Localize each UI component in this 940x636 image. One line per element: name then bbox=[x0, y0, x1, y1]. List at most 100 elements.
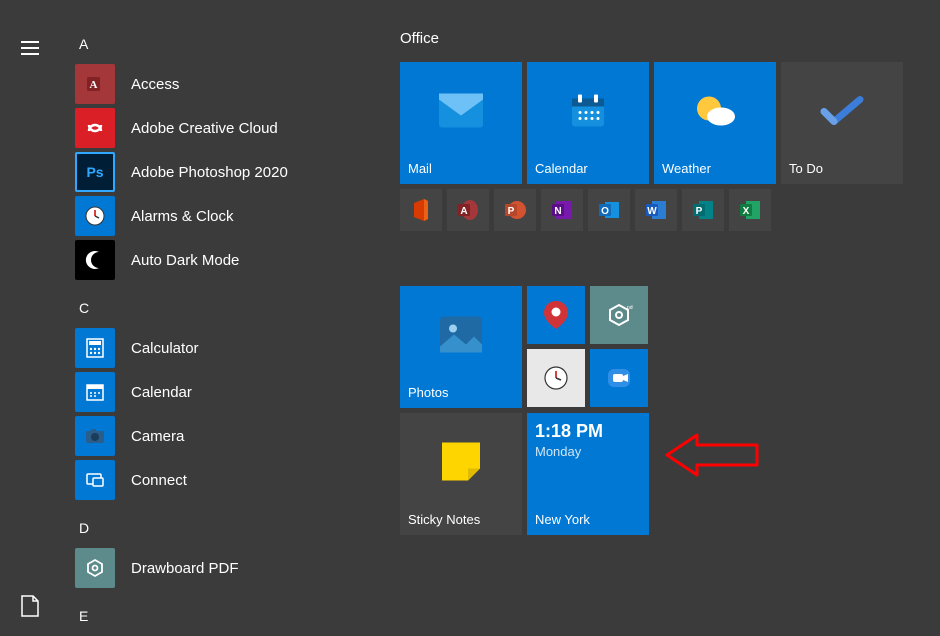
tile-maps[interactable] bbox=[527, 286, 585, 344]
app-connect[interactable]: Connect bbox=[75, 458, 395, 502]
excel-icon: X bbox=[738, 198, 762, 222]
tile-label: Photos bbox=[408, 385, 514, 400]
camera-icon bbox=[75, 416, 115, 456]
clock-city: New York bbox=[535, 512, 641, 527]
alarms-icon bbox=[75, 196, 115, 236]
auto-dark-icon bbox=[75, 240, 115, 280]
app-label: Adobe Photoshop 2020 bbox=[131, 164, 288, 181]
tile-photos[interactable]: Photos bbox=[400, 286, 522, 408]
tile-access-small[interactable]: A bbox=[447, 189, 489, 231]
tile-area: Office Mail Calendar Weather To Do bbox=[400, 30, 903, 535]
tile-label: Sticky Notes bbox=[408, 512, 514, 527]
drawboard-icon: pdf bbox=[605, 301, 633, 329]
app-label: Connect bbox=[131, 472, 187, 489]
tile-label: To Do bbox=[789, 161, 895, 176]
tiles-row-3: Sticky Notes 1:18 PM Monday New York bbox=[400, 413, 903, 535]
document-icon bbox=[21, 595, 39, 617]
svg-text:N: N bbox=[554, 206, 561, 217]
calculator-icon bbox=[75, 328, 115, 368]
tile-alarms-small[interactable] bbox=[527, 349, 585, 407]
letter-header-d[interactable]: D bbox=[79, 520, 395, 536]
app-adobe-cc[interactable]: Adobe Creative Cloud bbox=[75, 106, 395, 150]
access-icon: A bbox=[75, 64, 115, 104]
hamburger-button[interactable] bbox=[10, 28, 50, 68]
powerpoint-icon: P bbox=[503, 198, 527, 222]
adobe-cc-icon bbox=[75, 108, 115, 148]
tile-camera-small[interactable] bbox=[590, 349, 648, 407]
calendar-icon bbox=[75, 372, 115, 412]
app-label: Adobe Creative Cloud bbox=[131, 120, 278, 137]
letter-header-e[interactable]: E bbox=[79, 608, 395, 624]
sticky-notes-icon bbox=[442, 443, 480, 486]
svg-text:pdf: pdf bbox=[627, 305, 633, 311]
svg-text:A: A bbox=[460, 206, 467, 217]
app-alarms[interactable]: Alarms & Clock bbox=[75, 194, 395, 238]
svg-text:O: O bbox=[601, 206, 609, 217]
tile-word[interactable]: W bbox=[635, 189, 677, 231]
letter-header-a[interactable]: A bbox=[79, 36, 395, 52]
tile-onenote[interactable]: N bbox=[541, 189, 583, 231]
app-label: Calendar bbox=[131, 384, 192, 401]
app-label: Auto Dark Mode bbox=[131, 252, 239, 269]
drawboard-icon bbox=[75, 548, 115, 588]
tile-calendar[interactable]: Calendar bbox=[527, 62, 649, 184]
video-icon bbox=[603, 362, 635, 394]
app-access[interactable]: A Access bbox=[75, 62, 395, 106]
clock-time: 1:18 PM bbox=[535, 421, 641, 442]
group-header-office[interactable]: Office bbox=[400, 30, 903, 47]
access-icon: A bbox=[456, 198, 480, 222]
small-grid: pdf bbox=[527, 286, 648, 408]
word-icon: W bbox=[644, 198, 668, 222]
tile-label: Calendar bbox=[535, 161, 641, 176]
app-auto-dark[interactable]: Auto Dark Mode bbox=[75, 238, 395, 282]
tile-weather[interactable]: Weather bbox=[654, 62, 776, 184]
left-rail bbox=[0, 0, 60, 636]
clock-icon bbox=[541, 363, 571, 393]
tile-world-clock[interactable]: 1:18 PM Monday New York bbox=[527, 413, 649, 535]
tile-label: Mail bbox=[408, 161, 514, 176]
svg-text:W: W bbox=[647, 206, 657, 217]
tile-excel[interactable]: X bbox=[729, 189, 771, 231]
tile-office[interactable] bbox=[400, 189, 442, 231]
svg-text:P: P bbox=[696, 206, 703, 217]
tiles-row-2: Photos pdf bbox=[400, 286, 903, 408]
app-photoshop[interactable]: Ps Adobe Photoshop 2020 bbox=[75, 150, 395, 194]
weather-icon bbox=[691, 91, 739, 136]
tile-powerpoint[interactable]: P bbox=[494, 189, 536, 231]
svg-text:A: A bbox=[90, 79, 98, 91]
app-label: Alarms & Clock bbox=[131, 208, 234, 225]
app-list: A A Access Adobe Creative Cloud Ps Adobe… bbox=[75, 30, 395, 634]
tile-drawboard-small[interactable]: pdf bbox=[590, 286, 648, 344]
app-camera[interactable]: Camera bbox=[75, 414, 395, 458]
app-calculator[interactable]: Calculator bbox=[75, 326, 395, 370]
tile-sticky-notes[interactable]: Sticky Notes bbox=[400, 413, 522, 535]
publisher-icon: P bbox=[691, 198, 715, 222]
todo-icon bbox=[820, 96, 864, 131]
tile-label: Weather bbox=[662, 161, 768, 176]
app-calendar[interactable]: Calendar bbox=[75, 370, 395, 414]
tile-mail[interactable]: Mail bbox=[400, 62, 522, 184]
app-label: Camera bbox=[131, 428, 184, 445]
connect-icon bbox=[75, 460, 115, 500]
hamburger-icon bbox=[21, 41, 39, 55]
tiles-row-1: Mail Calendar Weather To Do bbox=[400, 62, 903, 184]
maps-pin-icon bbox=[542, 299, 570, 331]
tile-todo[interactable]: To Do bbox=[781, 62, 903, 184]
outlook-icon: O bbox=[597, 198, 621, 222]
svg-text:X: X bbox=[743, 206, 750, 217]
calendar-tile-icon bbox=[568, 91, 608, 136]
svg-text:P: P bbox=[508, 206, 515, 217]
app-label: Drawboard PDF bbox=[131, 560, 239, 577]
photoshop-icon: Ps bbox=[75, 152, 115, 192]
app-drawboard[interactable]: Drawboard PDF bbox=[75, 546, 395, 590]
tile-outlook[interactable]: O bbox=[588, 189, 630, 231]
mail-icon bbox=[439, 94, 483, 133]
app-label: Calculator bbox=[131, 340, 199, 357]
letter-header-c[interactable]: C bbox=[79, 300, 395, 316]
clock-day: Monday bbox=[535, 444, 641, 459]
tiles-row-small: A P N O W P X bbox=[400, 189, 903, 231]
tile-publisher[interactable]: P bbox=[682, 189, 724, 231]
documents-button[interactable] bbox=[10, 586, 50, 626]
office-icon bbox=[410, 197, 432, 223]
app-label: Access bbox=[131, 76, 179, 93]
